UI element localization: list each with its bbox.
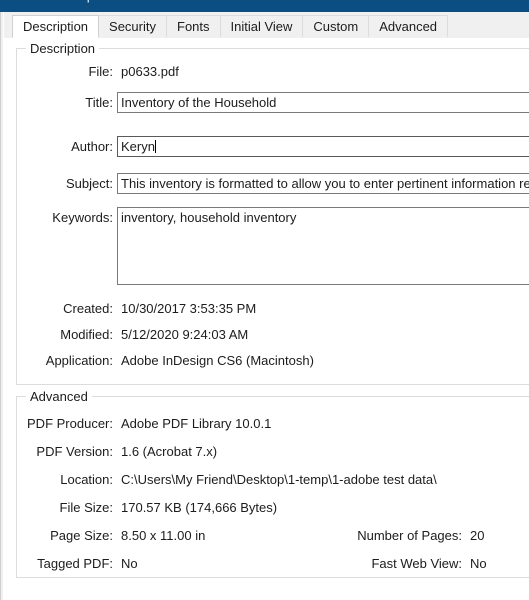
tagged-pdf-label: Tagged PDF: — [37, 556, 113, 571]
pdf-version-label: PDF Version: — [36, 444, 113, 459]
tab-custom[interactable]: Custom — [302, 15, 370, 38]
subject-label: Subject: — [66, 176, 113, 191]
advanced-group-legend: Advanced — [26, 389, 92, 404]
tab-advanced[interactable]: Advanced — [368, 15, 449, 38]
tab-list: Description Security Fonts Initial View … — [12, 15, 449, 38]
fast-web-view-label: Fast Web View: — [371, 556, 462, 571]
tab-panel-description: Description File: p0633.pdf Title: Inven… — [4, 38, 529, 600]
number-of-pages-label: Number of Pages: — [357, 528, 462, 543]
page-size-label: Page Size: — [50, 528, 113, 543]
subject-input-value: This inventory is formatted to allow you… — [121, 176, 529, 191]
author-input-value: Keryn — [121, 139, 155, 154]
file-size-label: File Size: — [59, 500, 113, 515]
created-value: 10/30/2017 3:53:35 PM — [121, 301, 257, 316]
location-label: Location: — [60, 472, 113, 487]
number-of-pages-value: 20 — [470, 528, 485, 543]
title-input-value: Inventory of the Household — [121, 95, 277, 110]
dialog-bottom-area — [4, 580, 529, 600]
file-size-value: 170.57 KB (174,666 Bytes) — [121, 500, 278, 515]
pdf-producer-value: Adobe PDF Library 10.0.1 — [121, 416, 272, 431]
title-label: Title: — [85, 95, 113, 110]
document-properties-dialog: Document Properties Description Security… — [0, 0, 529, 600]
application-label: Application: — [45, 353, 113, 368]
pdf-producer-label: PDF Producer: — [27, 416, 113, 431]
page-size-value: 8.50 x 11.00 in — [121, 528, 206, 543]
created-label: Created: — [63, 301, 113, 316]
keywords-textarea[interactable]: inventory, household inventory — [117, 207, 529, 285]
file-value: p0633.pdf — [121, 64, 179, 79]
description-group-legend: Description — [26, 41, 100, 56]
author-label: Author: — [71, 139, 113, 154]
modified-label: Modified: — [60, 327, 113, 342]
fast-web-view-value: No — [470, 556, 487, 571]
tab-initial-view[interactable]: Initial View — [219, 15, 304, 38]
keywords-label: Keywords: — [52, 210, 113, 225]
modified-value: 5/12/2020 9:24:03 AM — [121, 327, 249, 342]
window-title: Document Properties — [9, 0, 124, 3]
tab-fonts[interactable]: Fonts — [166, 15, 221, 38]
location-value: C:\Users\My Friend\Desktop\1-temp\1-adob… — [121, 472, 437, 487]
tab-security[interactable]: Security — [98, 15, 167, 38]
file-label: File: — [88, 64, 113, 79]
title-input[interactable]: Inventory of the Household — [117, 92, 529, 113]
tagged-pdf-value: No — [121, 556, 138, 571]
pdf-version-value: 1.6 (Acrobat 7.x) — [121, 444, 218, 459]
text-caret — [154, 140, 156, 153]
tab-strip: Description Security Fonts Initial View … — [4, 12, 529, 38]
tab-description[interactable]: Description — [12, 15, 100, 38]
application-value: Adobe InDesign CS6 (Macintosh) — [121, 353, 314, 368]
keywords-textarea-value: inventory, household inventory — [121, 210, 297, 225]
subject-input[interactable]: This inventory is formatted to allow you… — [117, 173, 529, 194]
author-input[interactable]: Keryn — [117, 136, 529, 157]
title-bar: Document Properties — [0, 0, 529, 12]
window-left-frame — [0, 12, 3, 600]
